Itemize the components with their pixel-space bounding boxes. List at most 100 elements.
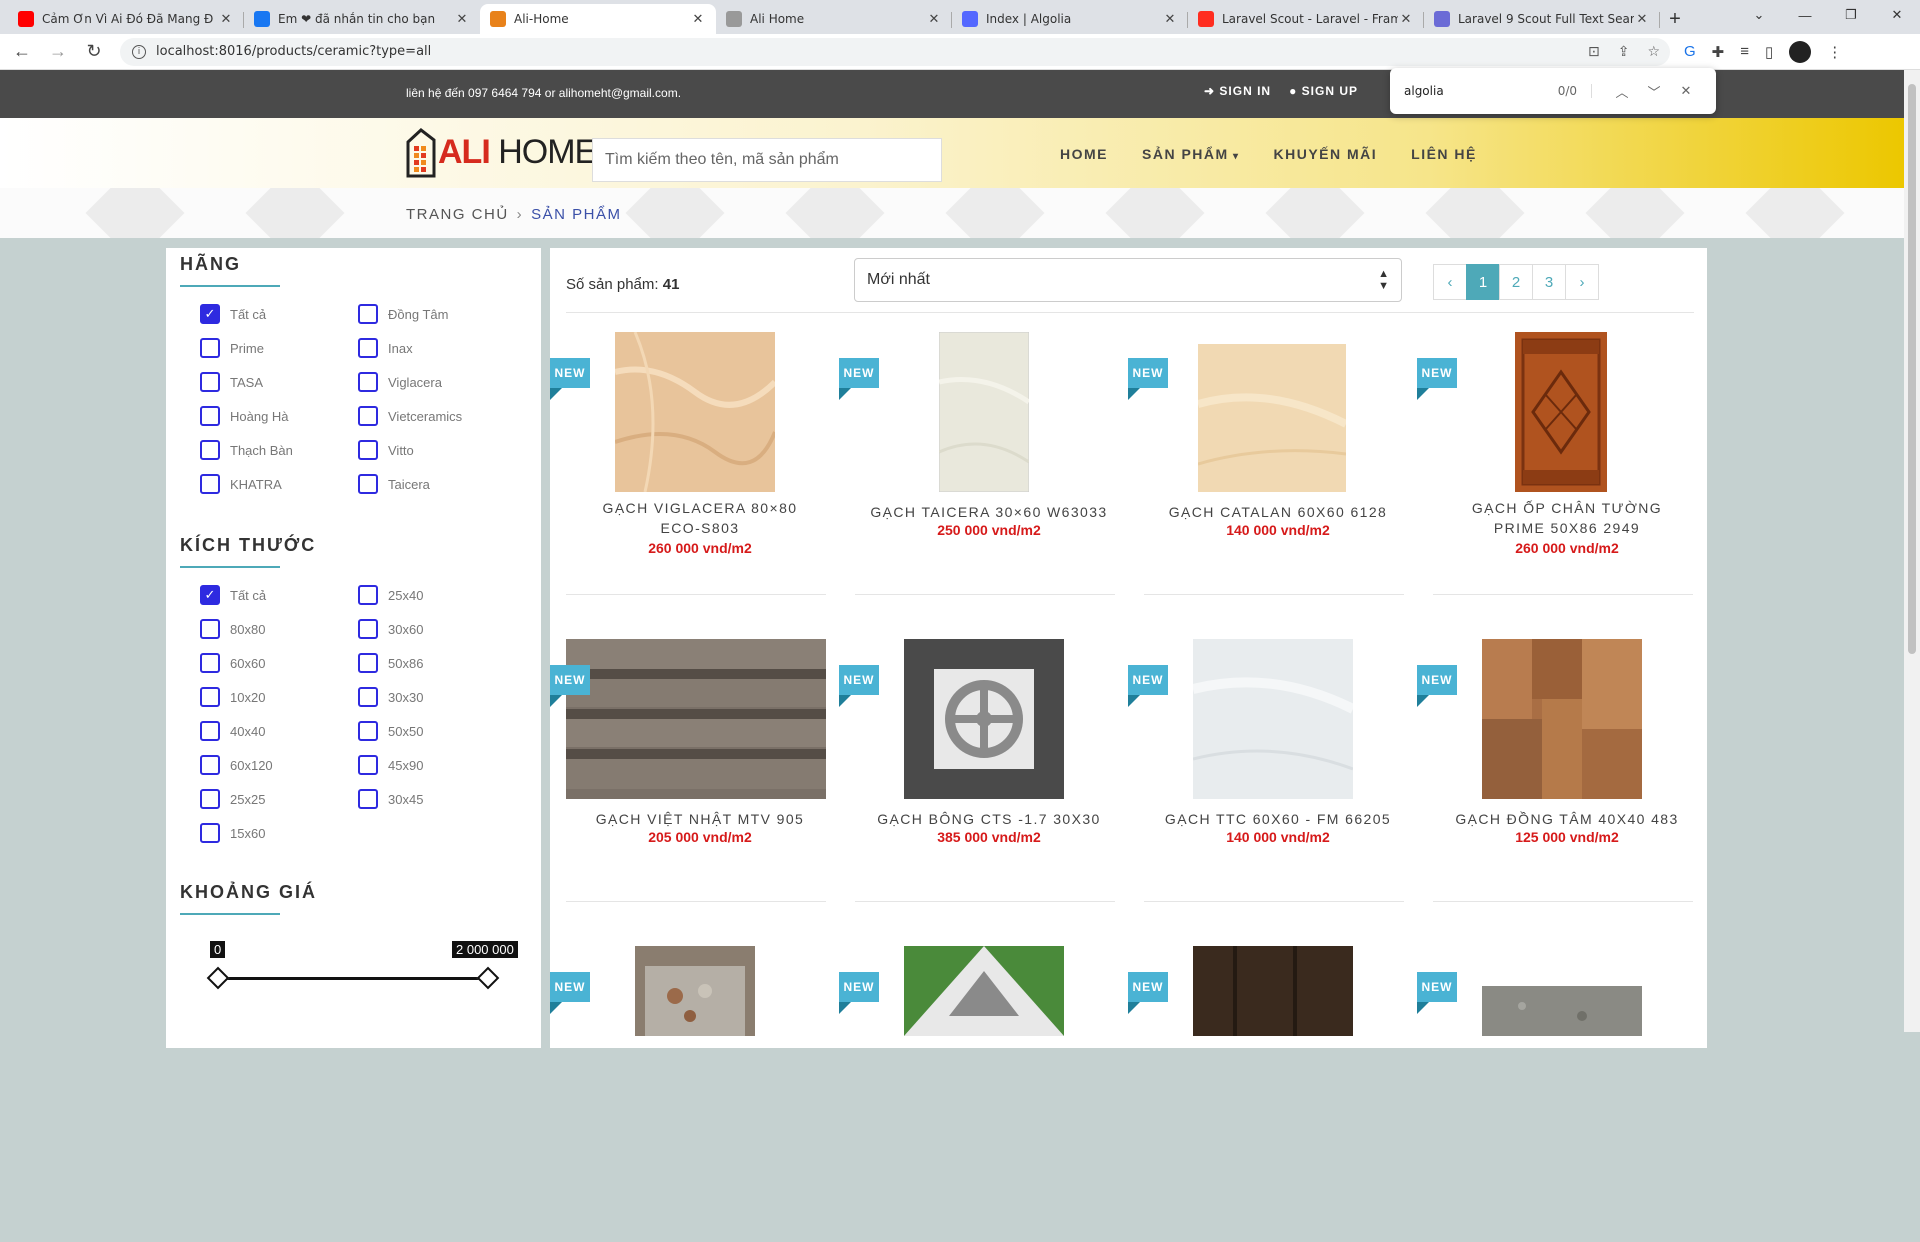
close-window-button[interactable]: ✕ <box>1874 0 1920 30</box>
product-image[interactable] <box>1515 332 1607 497</box>
browser-tab[interactable]: Cảm Ơn Vì Ai Đó Đã Mang Đ ✕ <box>8 4 244 34</box>
checkbox-icon[interactable] <box>358 687 378 707</box>
size-checkbox[interactable]: 30x30 <box>358 686 516 708</box>
size-checkbox[interactable]: 60x120 <box>200 754 358 776</box>
page-scrollbar[interactable] <box>1904 70 1920 1032</box>
page-link[interactable]: 1 <box>1466 264 1500 300</box>
size-checkbox[interactable]: 50x86 <box>358 652 516 674</box>
brand-checkbox[interactable]: KHATRA <box>200 473 358 495</box>
site-info-icon[interactable]: i <box>132 44 146 59</box>
checkbox-icon[interactable] <box>358 304 378 324</box>
product-card[interactable]: NEW GẠCH ĐỒNG TÂM 40X40 483 125 000 vnd/… <box>1417 635 1706 935</box>
product-image[interactable] <box>904 946 1064 1041</box>
breadcrumb-home[interactable]: TRANG CHỦ <box>406 206 509 223</box>
brand-checkbox[interactable]: Viglacera <box>358 371 516 393</box>
site-logo[interactable]: ALI HOME <box>406 128 597 178</box>
browser-tab[interactable]: Index | Algolia ✕ <box>952 4 1188 34</box>
page-link[interactable]: 3 <box>1532 264 1566 300</box>
menu-dots-icon[interactable]: ⋮ <box>1827 43 1842 61</box>
find-next-button[interactable]: ﹀ <box>1638 82 1670 101</box>
checkbox-icon[interactable] <box>358 789 378 809</box>
reload-button[interactable]: ↻ <box>80 38 108 66</box>
translate-icon[interactable]: G <box>1684 43 1696 60</box>
product-image[interactable] <box>938 331 1031 497</box>
find-input[interactable]: algolia <box>1404 84 1558 98</box>
product-card[interactable]: NEW GẠCH VIGLACERA 80×80 ECO-S803 260 00… <box>550 328 839 628</box>
product-image[interactable] <box>614 331 778 497</box>
browser-tab[interactable]: Laravel Scout - Laravel - Framew ✕ <box>1188 4 1424 34</box>
product-name[interactable]: GẠCH VIGLACERA 80×80 ECO-S803 <box>580 498 820 538</box>
product-image[interactable] <box>1482 986 1642 1041</box>
size-checkbox[interactable]: 25x25 <box>200 788 358 810</box>
checkbox-icon[interactable] <box>200 687 220 707</box>
product-card[interactable]: NEW <box>839 942 1128 1242</box>
product-card[interactable]: NEW GẠCH ỐP CHÂN TƯỜNG PRIME 50X86 2949 … <box>1417 328 1706 628</box>
checkbox-icon[interactable] <box>358 721 378 741</box>
product-card[interactable]: NEW GẠCH TTC 60X60 - FM 66205 140 000 vn… <box>1128 635 1417 935</box>
checkbox-icon[interactable] <box>358 372 378 392</box>
menu-contact[interactable]: LIÊN HỆ <box>1411 146 1477 162</box>
checkbox-icon[interactable] <box>358 619 378 639</box>
checkbox-icon[interactable] <box>200 619 220 639</box>
brand-checkbox[interactable]: Thạch Bàn <box>200 439 358 461</box>
tab-close-icon[interactable]: ✕ <box>1162 12 1178 27</box>
checkbox-icon[interactable] <box>200 653 220 673</box>
size-checkbox[interactable]: 60x60 <box>200 652 358 674</box>
product-card[interactable]: NEW GẠCH CATALAN 60X60 6128 140 000 vnd/… <box>1128 328 1417 628</box>
checkbox-icon[interactable] <box>200 755 220 775</box>
brand-checkbox[interactable]: Hoàng Hà <box>200 405 358 427</box>
menu-products[interactable]: SẢN PHẨM ▾ <box>1142 146 1239 162</box>
product-card[interactable]: NEW <box>550 942 839 1242</box>
product-card[interactable]: NEW <box>1128 942 1417 1242</box>
size-checkbox[interactable]: 25x40 <box>358 584 516 606</box>
product-name[interactable]: GẠCH BÔNG CTS -1.7 30X30 <box>869 809 1109 829</box>
tab-close-icon[interactable]: ✕ <box>218 12 234 27</box>
checkbox-icon[interactable] <box>358 474 378 494</box>
browser-tab[interactable]: Em ❤ đã nhắn tin cho bạn ✕ <box>244 4 480 34</box>
size-checkbox[interactable]: 45x90 <box>358 754 516 776</box>
sign-in-link[interactable]: ➜ SIGN IN <box>1204 84 1271 98</box>
checkbox-icon[interactable] <box>200 406 220 426</box>
checkbox-icon[interactable]: ✓ <box>200 585 220 605</box>
checkbox-icon[interactable] <box>358 406 378 426</box>
product-image[interactable] <box>566 639 826 804</box>
restore-button[interactable]: ❐ <box>1828 0 1874 30</box>
product-name[interactable]: GẠCH TTC 60X60 - FM 66205 <box>1158 809 1398 829</box>
price-max-handle[interactable] <box>476 966 500 990</box>
size-checkbox[interactable]: ✓ Tất cả <box>200 584 358 606</box>
brand-checkbox[interactable]: Taicera <box>358 473 516 495</box>
puzzle-icon[interactable]: ✚ <box>1712 43 1725 61</box>
brand-checkbox[interactable]: Vitto <box>358 439 516 461</box>
checkbox-icon[interactable] <box>200 789 220 809</box>
share-icon[interactable]: ⇪ <box>1618 44 1630 60</box>
checkbox-icon[interactable] <box>358 440 378 460</box>
checkbox-icon[interactable] <box>358 338 378 358</box>
size-checkbox[interactable]: 10x20 <box>200 686 358 708</box>
brand-checkbox[interactable]: Vietceramics <box>358 405 516 427</box>
product-image[interactable] <box>1196 344 1348 497</box>
tab-close-icon[interactable]: ✕ <box>1634 12 1650 27</box>
checkbox-icon[interactable] <box>358 653 378 673</box>
checkbox-icon[interactable] <box>200 474 220 494</box>
bookmark-star-icon[interactable]: ☆ <box>1647 44 1660 60</box>
tab-close-icon[interactable]: ✕ <box>926 12 942 27</box>
new-tab-button[interactable]: + <box>1660 4 1690 34</box>
forward-button[interactable]: → <box>44 38 72 66</box>
checkbox-icon[interactable] <box>200 440 220 460</box>
minimize-button[interactable]: — <box>1782 0 1828 30</box>
tab-close-icon[interactable]: ✕ <box>454 12 470 27</box>
size-checkbox[interactable]: 80x80 <box>200 618 358 640</box>
tab-close-icon[interactable]: ✕ <box>690 12 706 27</box>
back-button[interactable]: ← <box>8 38 36 66</box>
product-name[interactable]: GẠCH ĐỒNG TÂM 40X40 483 <box>1447 809 1687 829</box>
find-close-button[interactable]: ✕ <box>1670 84 1702 99</box>
product-image[interactable] <box>635 946 755 1041</box>
product-card[interactable]: NEW GẠCH VIỆT NHẬT MTV 905 205 000 vnd/m… <box>550 635 839 935</box>
checkbox-icon[interactable] <box>200 338 220 358</box>
product-card[interactable]: NEW GẠCH TAICERA 30×60 W63033 250 000 vn… <box>839 328 1128 628</box>
product-name[interactable]: GẠCH ỐP CHÂN TƯỜNG PRIME 50X86 2949 <box>1447 498 1687 538</box>
menu-home[interactable]: HOME <box>1060 146 1108 162</box>
sidepanel-icon[interactable]: ▯ <box>1765 43 1773 61</box>
brand-checkbox[interactable]: ✓ Tất cả <box>200 303 358 325</box>
product-card[interactable]: NEW GẠCH BÔNG CTS -1.7 30X30 385 000 vnd… <box>839 635 1128 935</box>
